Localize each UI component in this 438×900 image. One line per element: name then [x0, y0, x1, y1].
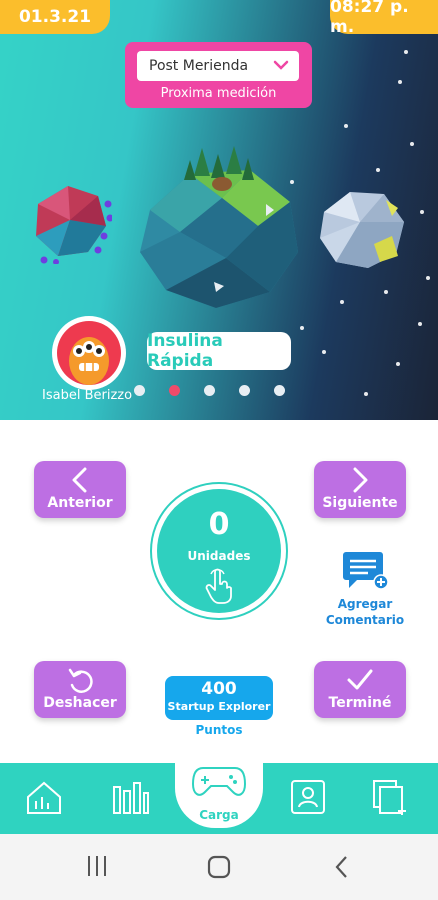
points-label: Puntos — [195, 723, 243, 737]
home-button-icon[interactable] — [206, 854, 232, 880]
next-label: Siguiente — [322, 495, 398, 511]
gamepad-icon — [191, 767, 247, 796]
previous-button[interactable]: Anterior — [34, 461, 126, 518]
dose-dial[interactable]: 0 Unidades — [150, 482, 288, 620]
insulin-type-button[interactable]: Insulina Rápida — [147, 331, 291, 371]
undo-button[interactable]: Deshacer — [34, 661, 126, 718]
chevron-right-icon — [353, 467, 368, 493]
next-measurement-selector[interactable]: Post Merienda Proxima medición — [125, 42, 312, 108]
nav-load-label: Carga — [199, 808, 239, 822]
profile-card-icon[interactable] — [286, 777, 330, 817]
dose-unit: Unidades — [187, 549, 251, 563]
tap-hand-icon — [205, 568, 232, 604]
points-level: Startup Explorer — [167, 700, 271, 713]
checkmark-icon — [347, 669, 373, 690]
planet-main-icon[interactable] — [130, 140, 305, 315]
points-value: 400 — [201, 679, 237, 699]
hero-scene: 01.3.21 08:27 p. m. Post Merienda Proxim… — [0, 0, 438, 420]
system-navigation-bar — [0, 834, 438, 900]
dose-value: 0 — [208, 507, 230, 542]
dose-dial-inner[interactable]: 0 Unidades — [157, 489, 281, 613]
comment-add-icon — [343, 552, 389, 590]
done-button[interactable]: Terminé — [314, 661, 406, 718]
carousel-dot[interactable] — [239, 385, 250, 396]
carousel-indicator — [134, 385, 285, 396]
stats-bars-icon[interactable] — [108, 777, 152, 817]
undo-label: Deshacer — [43, 695, 117, 711]
home-chart-icon[interactable] — [22, 777, 66, 817]
add-comment-label: Agregar Comentario — [325, 597, 405, 627]
add-copy-icon[interactable] — [368, 777, 412, 817]
carousel-dot[interactable] — [204, 385, 215, 396]
done-label: Terminé — [328, 695, 392, 711]
measurement-caption: Proxima medición — [160, 86, 277, 101]
back-button-icon[interactable] — [332, 854, 350, 880]
planet-left-icon[interactable] — [28, 174, 112, 264]
carousel-dot[interactable] — [274, 385, 285, 396]
chevron-left-icon — [72, 467, 87, 493]
carousel-dot-active[interactable] — [169, 385, 180, 396]
time-badge: 08:27 p. m. — [330, 0, 438, 37]
add-comment-button[interactable]: Agregar Comentario — [318, 550, 412, 628]
planet-right-icon[interactable] — [314, 182, 410, 272]
next-button[interactable]: Siguiente — [314, 461, 406, 518]
points-badge[interactable]: 400 Startup Explorer — [165, 676, 273, 720]
avatar[interactable] — [52, 316, 126, 390]
carousel-dot[interactable] — [134, 385, 145, 396]
measurement-dropdown[interactable]: Post Merienda — [137, 51, 299, 81]
recent-apps-icon[interactable] — [86, 854, 108, 878]
undo-icon — [68, 668, 93, 693]
chevron-down-icon — [273, 60, 289, 70]
measurement-selected: Post Merienda — [149, 58, 249, 74]
monster-avatar-icon — [57, 321, 121, 385]
date-badge: 01.3.21 — [0, 0, 110, 34]
previous-label: Anterior — [47, 495, 113, 511]
